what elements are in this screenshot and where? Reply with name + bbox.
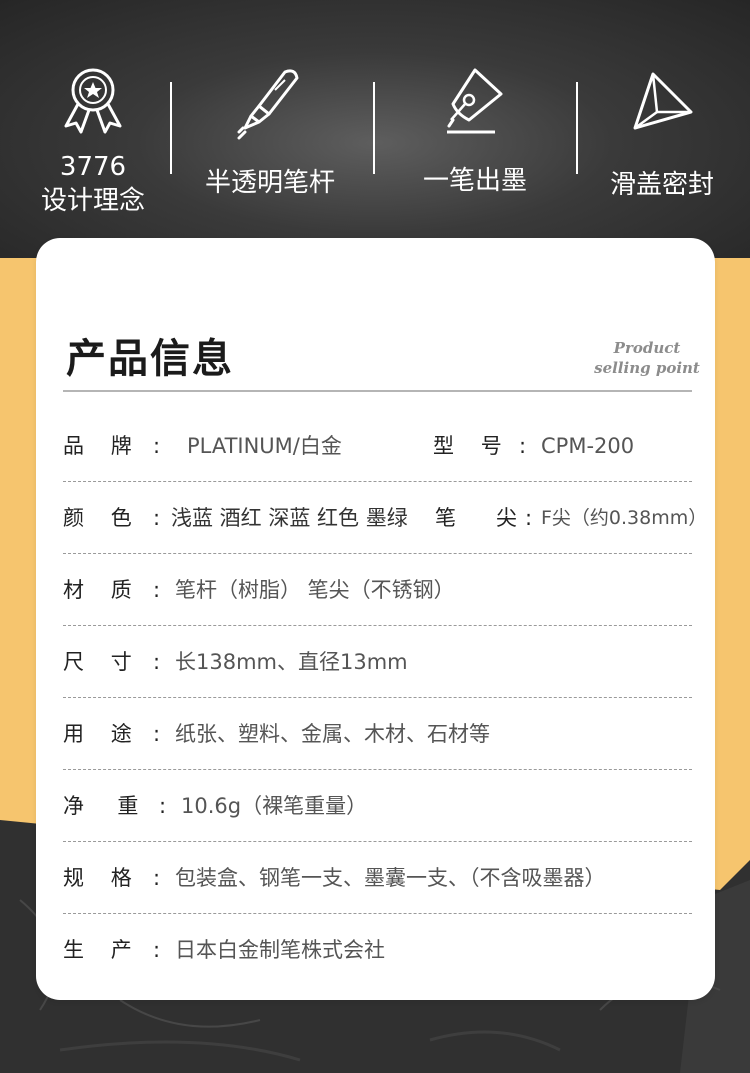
info-row-usage: 用 途 : 纸张、塑料、金属、木材、石材等 [63,698,692,770]
row-colon: : [153,506,161,530]
row-label-secondary: 型 号 [433,434,502,458]
row-label: 尺 寸 [63,650,132,674]
fountain-pen-icon [237,69,299,140]
info-row-brand: 品 牌 : PLATINUM/白金 型 号 : CPM-200 [63,410,692,482]
row-colon: : [153,434,161,458]
feature-line1: 3776 [59,152,127,182]
info-row-material: 材 质 : 笔杆（树脂） 笔尖（不锈钢） [63,554,692,626]
row-label: 材 质 [63,578,132,602]
row-colon: : [153,722,161,746]
row-colon: : [153,866,161,890]
row-label: 生 产 [63,938,132,962]
feature-translucent-barrel: 半透明笔杆 [190,0,350,200]
info-row-spec: 规 格 : 包装盒、钢笔一支、墨囊一支、（不含吸墨器） [63,842,692,914]
script-line1: Product [613,339,681,357]
row-colon: : [159,794,167,818]
triangle-cap-icon [633,72,693,130]
row-value: 包装盒、钢笔一支、墨囊一支、（不含吸墨器） [175,866,606,890]
row-colon: : [519,434,527,458]
info-row-manufacturer: 生 产 : 日本白金制笔株式会社 [63,914,692,986]
feature-strip: 3776 设计理念 半透明笔杆 一笔出墨 滑盖密封 [0,0,750,240]
feature-label: 一笔出墨 [422,166,527,196]
row-label: 品 牌 [63,434,132,458]
row-colon: : [153,938,161,962]
divider [576,82,578,174]
feature-label: 滑盖密封 [609,170,714,200]
row-label: 净 重 [63,794,139,818]
divider [373,82,375,174]
row-colon: : [153,650,161,674]
row-colon: : [525,506,533,530]
row-value-secondary: F尖（约0.38mm） [541,507,708,529]
row-value-secondary: CPM-200 [541,434,635,458]
row-label-secondary: 笔 尖 [435,506,518,530]
title-rule [63,390,692,392]
info-row-size: 尺 寸 : 长138mm、直径13mm [63,626,692,698]
info-row-weight: 净 重 : 10.6g（裸笔重量） [63,770,692,842]
feature-design-concept: 3776 设计理念 [22,0,164,218]
row-value: 10.6g（裸笔重量） [181,794,368,818]
row-label: 颜 色 [63,506,132,530]
row-value: 日本白金制笔株式会社 [175,938,385,962]
script-line2: selling point [594,359,700,377]
product-info-card: 产品信息 Product selling point 品 牌 : PLATINU… [36,238,715,1000]
row-value: PLATINUM/白金 [187,434,342,458]
row-colon: : [153,578,161,602]
row-label: 规 格 [63,866,132,890]
card-title: 产品信息 [66,336,234,382]
row-value: 纸张、塑料、金属、木材、石材等 [175,722,490,746]
feature-line2: 设计理念 [40,186,145,216]
row-label: 用 途 [63,722,132,746]
row-value: 长138mm、直径13mm [175,650,408,674]
info-row-color: 颜 色 : 浅蓝 酒红 深蓝 红色 墨绿 笔 尖 : F尖（约0.38mm） [63,482,707,554]
award-ribbon-icon [64,68,122,134]
row-value: 笔杆（树脂） 笔尖（不锈钢） [175,578,455,602]
feature-smooth-ink: 一笔出墨 [395,0,555,198]
feature-sliding-cap: 滑盖密封 [596,0,728,202]
selling-point-script: Product selling point [592,338,702,378]
pen-nib-icon [447,68,503,134]
feature-label: 半透明笔杆 [204,168,335,198]
divider [170,82,172,174]
row-value: 浅蓝 酒红 深蓝 红色 墨绿 [171,506,408,530]
